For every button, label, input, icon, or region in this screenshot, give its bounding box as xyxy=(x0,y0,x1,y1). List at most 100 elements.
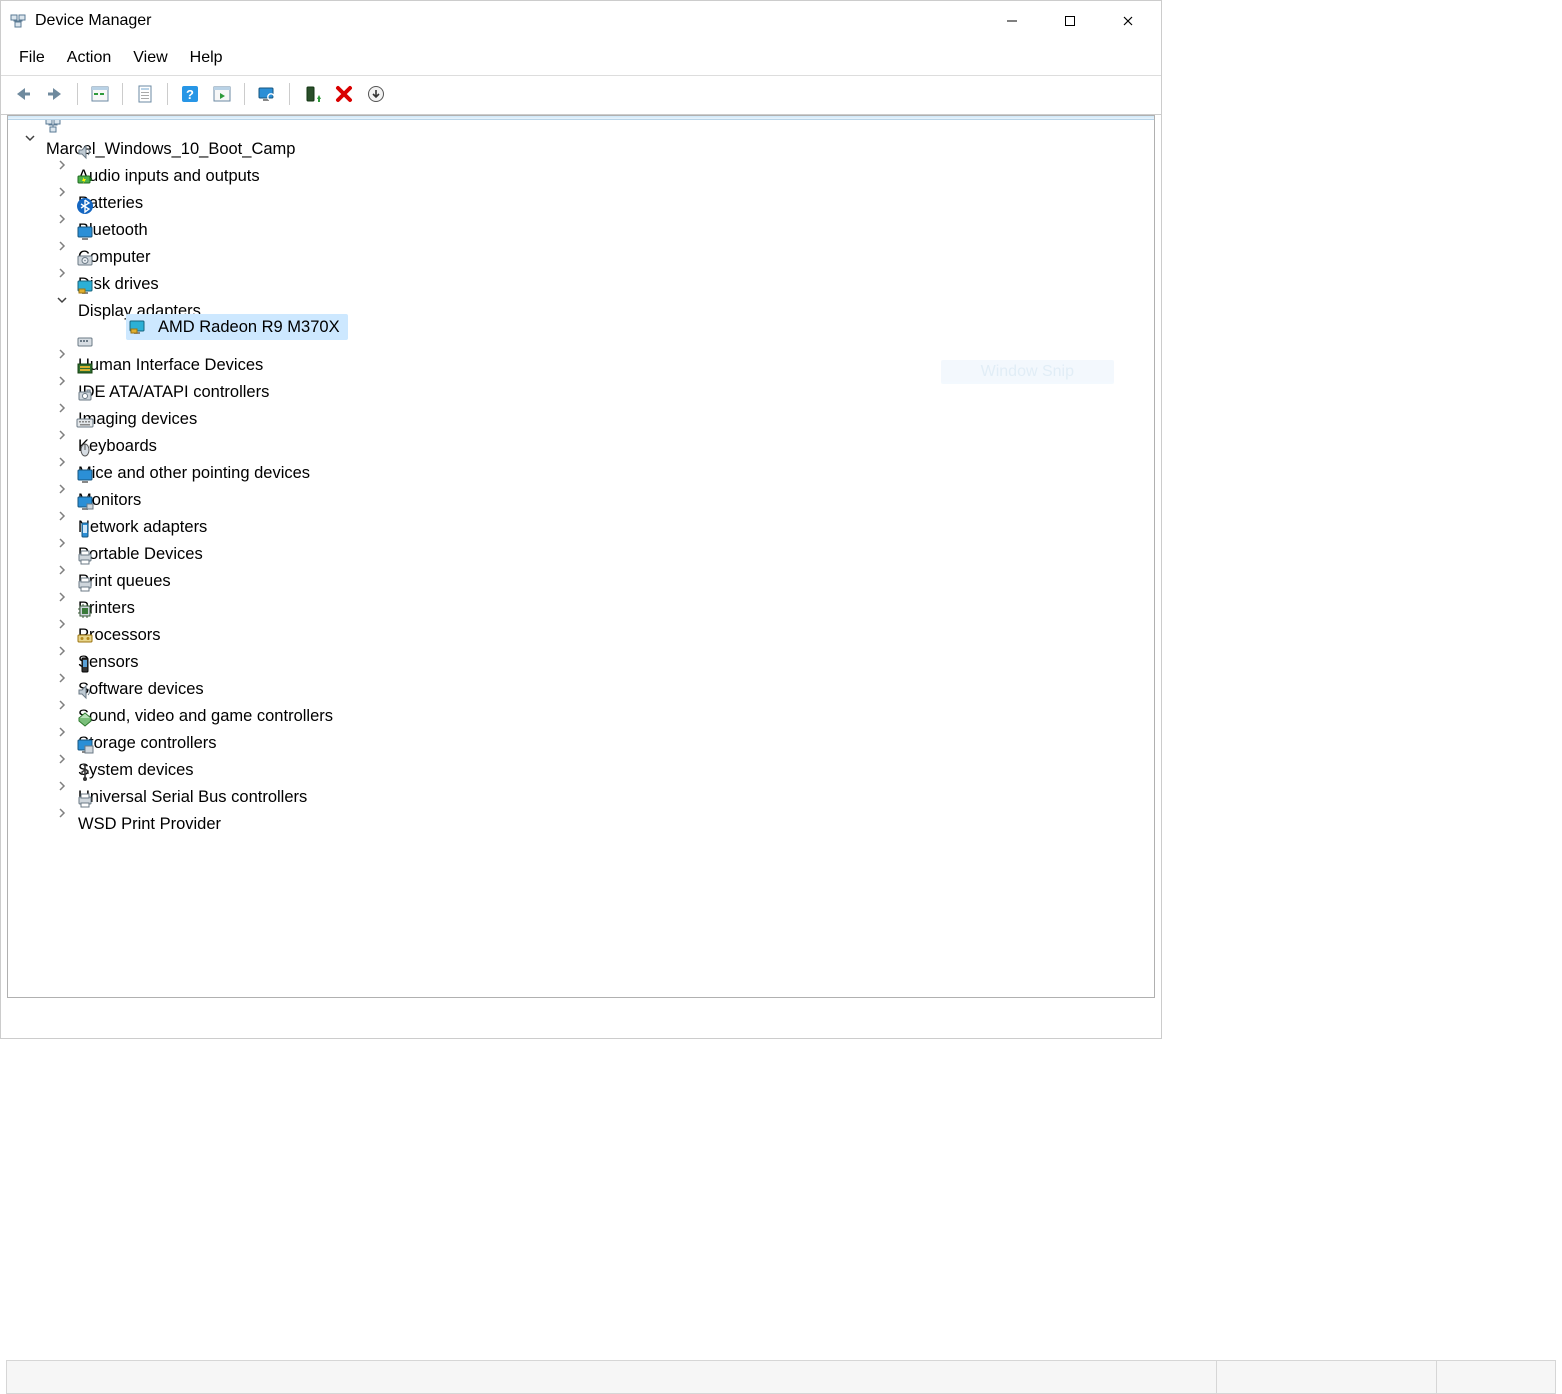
tree-item[interactable]: Portable Devices xyxy=(12,529,1154,556)
action-button[interactable] xyxy=(206,80,238,108)
minimize-button[interactable] xyxy=(983,1,1041,41)
tree-item[interactable]: Mice and other pointing devices xyxy=(12,448,1154,475)
arrow-left-icon xyxy=(12,85,34,103)
chevron-right-icon[interactable] xyxy=(52,533,72,553)
arrow-right-icon xyxy=(44,85,66,103)
chevron-right-icon[interactable] xyxy=(52,641,72,661)
help-button[interactable]: ? xyxy=(174,80,206,108)
tree-item[interactable]: Printers xyxy=(12,583,1154,610)
scan-hardware-button[interactable] xyxy=(251,80,283,108)
mouse-icon xyxy=(74,438,96,460)
toolbar-separator xyxy=(289,83,290,105)
device-tree-panel: Marcel_Windows_10_Boot_CampAudio inputs … xyxy=(7,115,1155,998)
chevron-right-icon[interactable] xyxy=(52,506,72,526)
chevron-right-icon[interactable] xyxy=(52,182,72,202)
device-tree[interactable]: Marcel_Windows_10_Boot_CampAudio inputs … xyxy=(8,120,1154,997)
ide-icon xyxy=(74,357,96,379)
device-up-icon xyxy=(303,85,321,103)
chevron-right-icon[interactable] xyxy=(52,479,72,499)
menu-file[interactable]: File xyxy=(9,45,55,71)
svg-text:?: ? xyxy=(186,87,194,102)
chevron-down-icon[interactable] xyxy=(20,128,40,148)
monitor-icon xyxy=(74,465,96,487)
remove-device-button[interactable] xyxy=(328,80,360,108)
hid-icon xyxy=(74,330,96,352)
chevron-right-icon[interactable] xyxy=(52,587,72,607)
chevron-right-icon[interactable] xyxy=(52,344,72,364)
chevron-right-icon[interactable] xyxy=(52,425,72,445)
menu-view[interactable]: View xyxy=(123,45,177,71)
printer-icon xyxy=(74,546,96,568)
app-icon xyxy=(9,12,27,30)
panel-tree-icon xyxy=(91,85,109,103)
printer-icon xyxy=(74,573,96,595)
monitor-search-icon xyxy=(258,85,276,103)
chevron-right-icon[interactable] xyxy=(52,560,72,580)
tree-item-label: WSD Print Provider xyxy=(74,815,225,833)
update-driver-button[interactable] xyxy=(360,80,392,108)
bluetooth-icon xyxy=(74,195,96,217)
portable-icon xyxy=(74,519,96,541)
red-x-icon xyxy=(334,84,354,104)
storage-icon xyxy=(74,708,96,730)
properties-button[interactable] xyxy=(129,80,161,108)
computer-root-icon xyxy=(42,120,64,136)
tree-item[interactable]: Audio inputs and outputs xyxy=(12,151,1154,178)
tree-item[interactable]: Processors xyxy=(12,610,1154,637)
chevron-right-icon[interactable] xyxy=(52,722,72,742)
panel-play-icon xyxy=(213,85,231,103)
circle-down-icon xyxy=(367,85,385,103)
titlebar: Device Manager xyxy=(1,1,1161,41)
usb-icon xyxy=(74,762,96,784)
menubar: File Action View Help xyxy=(1,41,1161,76)
enable-device-button[interactable] xyxy=(296,80,328,108)
tree-item[interactable]: Bluetooth xyxy=(12,205,1154,232)
toolbar-separator xyxy=(77,83,78,105)
cpu-icon xyxy=(74,600,96,622)
chevron-right-icon[interactable] xyxy=(52,155,72,175)
speaker-icon xyxy=(74,681,96,703)
help-icon: ? xyxy=(181,85,199,103)
tree-item[interactable]: WSD Print Provider xyxy=(12,799,1154,826)
chevron-right-icon[interactable] xyxy=(52,803,72,823)
chevron-right-icon[interactable] xyxy=(52,209,72,229)
toolbar: ? xyxy=(1,76,1161,115)
speaker-icon xyxy=(74,141,96,163)
forward-button[interactable] xyxy=(39,80,71,108)
chevron-right-icon[interactable] xyxy=(52,236,72,256)
watermark-label: Window Snip xyxy=(941,360,1114,384)
chevron-right-icon[interactable] xyxy=(52,263,72,283)
battery-icon xyxy=(74,168,96,190)
menu-help[interactable]: Help xyxy=(180,45,233,71)
toolbar-separator xyxy=(167,83,168,105)
statusbar xyxy=(6,1360,1556,1394)
sensor-icon xyxy=(74,627,96,649)
monitor-icon xyxy=(74,222,96,244)
display-adapter-icon xyxy=(74,276,96,298)
tree-item[interactable]: Computer xyxy=(12,232,1154,259)
network-icon xyxy=(74,492,96,514)
show-hide-console-tree-button[interactable] xyxy=(84,80,116,108)
chevron-right-icon[interactable] xyxy=(52,776,72,796)
close-button[interactable] xyxy=(1099,1,1157,41)
chevron-right-icon[interactable] xyxy=(52,614,72,634)
tree-item[interactable]: Imaging devices xyxy=(12,394,1154,421)
keyboard-icon xyxy=(74,411,96,433)
maximize-button[interactable] xyxy=(1041,1,1099,41)
tree-item[interactable]: Display adapters xyxy=(12,286,1154,313)
chevron-right-icon[interactable] xyxy=(52,452,72,472)
back-button[interactable] xyxy=(7,80,39,108)
status-cell-3 xyxy=(1437,1361,1555,1393)
toolbar-separator xyxy=(244,83,245,105)
chevron-right-icon[interactable] xyxy=(52,398,72,418)
window-title: Device Manager xyxy=(35,12,983,30)
chevron-right-icon[interactable] xyxy=(52,695,72,715)
properties-sheet-icon xyxy=(136,85,154,103)
menu-action[interactable]: Action xyxy=(57,45,121,71)
disk-icon xyxy=(74,249,96,271)
chevron-right-icon[interactable] xyxy=(52,668,72,688)
toolbar-separator xyxy=(122,83,123,105)
chevron-right-icon[interactable] xyxy=(52,749,72,769)
chevron-right-icon[interactable] xyxy=(52,371,72,391)
chevron-down-icon[interactable] xyxy=(52,290,72,310)
